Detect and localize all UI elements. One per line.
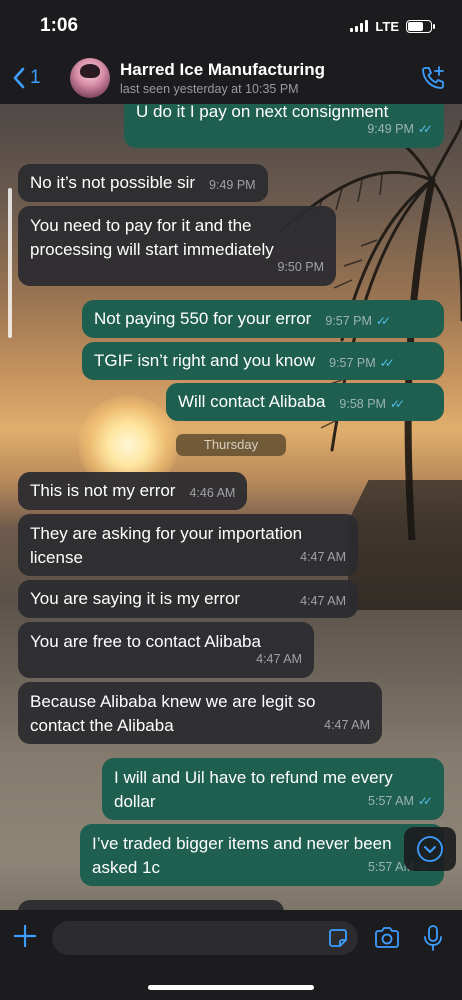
chat-header: 1 Harred Ice Manufacturing last seen yes… — [0, 52, 462, 104]
message-incoming[interactable]: They are asking for your importation lic… — [18, 514, 358, 576]
input-bar — [0, 910, 462, 1000]
message-meta: 5:57 AM✓✓ — [368, 789, 433, 813]
status-time: 1:06 — [40, 15, 79, 36]
sticker-icon — [329, 929, 347, 947]
message-text: No it’s not possible sir — [30, 173, 196, 192]
message-outgoing[interactable]: TGIF isn’t right and you know 9:57 PM ✓✓ — [82, 342, 444, 380]
read-ticks-icon: ✓✓ — [417, 122, 433, 136]
message-incoming[interactable] — [18, 900, 284, 910]
message-incoming[interactable]: You are saying it is my error 4:47 AM — [18, 580, 358, 618]
read-ticks-icon: ✓✓ — [379, 356, 395, 370]
message-text: Because Alibaba knew we are legit so con… — [30, 692, 316, 735]
network-label: LTE — [375, 18, 399, 34]
message-meta: 9:57 PM ✓✓ — [329, 351, 395, 375]
message-time: 4:47 AM — [300, 594, 346, 608]
unread-count: 1 — [30, 67, 41, 88]
message-time: 9:57 PM — [325, 314, 372, 328]
message-meta: 9:57 PM ✓✓ — [325, 309, 391, 333]
message-text: This is not my error — [30, 481, 176, 500]
message-list[interactable]: U do it I pay on next consignment 9:49 P… — [0, 104, 462, 910]
call-button[interactable] — [416, 61, 450, 95]
phone-plus-icon — [422, 66, 444, 89]
message-outgoing[interactable]: Will contact Alibaba 9:58 PM ✓✓ — [166, 383, 444, 421]
message-text: Not paying 550 for your error — [94, 309, 312, 328]
status-indicators: LTE — [350, 18, 435, 34]
message-incoming[interactable]: You need to pay for it and the processin… — [18, 206, 336, 286]
signal-icon — [350, 20, 369, 32]
day-separator: Thursday — [176, 434, 286, 456]
message-text: You are saying it is my error — [30, 589, 241, 608]
microphone-icon — [424, 925, 442, 951]
message-incoming[interactable]: This is not my error 4:46 AM — [18, 472, 248, 510]
sticker-button[interactable] — [328, 928, 348, 953]
camera-button[interactable] — [370, 921, 404, 955]
status-bar: 1:06 LTE — [0, 0, 462, 52]
message-field-wrapper — [52, 921, 358, 955]
message-text: TGIF isn’t right and you know — [94, 351, 316, 370]
message-incoming[interactable]: You are free to contact Alibaba 4:47 AM — [18, 622, 314, 678]
read-ticks-icon: ✓✓ — [389, 397, 405, 411]
voice-button[interactable] — [416, 921, 450, 955]
scrollbar[interactable] — [8, 188, 12, 338]
scroll-to-bottom-button[interactable] — [404, 827, 456, 871]
message-time: 4:46 AM — [189, 486, 236, 500]
message-time: 9:50 PM — [277, 260, 324, 274]
message-text: Will contact Alibaba — [178, 392, 326, 411]
contact-info[interactable]: Harred Ice Manufacturing last seen yeste… — [120, 60, 416, 96]
message-outgoing[interactable]: U do it I pay on next consignment 9:49 P… — [124, 104, 444, 148]
message-time: 4:47 AM — [300, 550, 346, 564]
message-time: 9:57 PM — [329, 356, 376, 370]
camera-icon — [375, 927, 399, 948]
back-button[interactable]: 1 — [12, 67, 70, 89]
message-outgoing[interactable]: I will and Uil have to refund me every d… — [102, 758, 444, 820]
message-time: 4:47 AM — [256, 652, 302, 666]
message-outgoing[interactable]: Not paying 550 for your error 9:57 PM ✓✓ — [82, 300, 444, 338]
message-meta: 9:58 PM ✓✓ — [339, 392, 405, 416]
message-time: 9:49 PM — [209, 178, 256, 192]
attach-button[interactable] — [12, 923, 40, 954]
message-incoming[interactable]: No it’s not possible sir 9:49 PM — [18, 164, 268, 202]
message-time: 4:47 AM — [324, 718, 370, 732]
message-time: 9:49 PM — [367, 122, 414, 136]
message-outgoing[interactable]: I’ve traded bigger items and never been … — [80, 824, 444, 886]
contact-name: Harred Ice Manufacturing — [120, 60, 325, 79]
message-text: I’ve traded bigger items and never been … — [92, 834, 392, 877]
message-input[interactable] — [52, 921, 358, 955]
battery-icon — [406, 19, 435, 33]
message-time: 5:57 AM — [368, 794, 414, 808]
message-meta: 9:49 PM ✓✓ — [367, 117, 433, 141]
last-seen: last seen yesterday at 10:35 PM — [120, 82, 299, 96]
chevron-left-icon — [13, 67, 25, 89]
plus-icon — [13, 924, 37, 947]
read-ticks-icon: ✓✓ — [375, 314, 391, 328]
avatar[interactable] — [70, 58, 110, 98]
message-incoming[interactable]: Because Alibaba knew we are legit so con… — [18, 682, 382, 744]
chevron-down-icon — [417, 836, 443, 862]
input-row — [0, 920, 462, 956]
message-time: 9:58 PM — [339, 397, 386, 411]
home-indicator[interactable] — [148, 985, 314, 990]
read-ticks-icon: ✓✓ — [417, 794, 433, 808]
